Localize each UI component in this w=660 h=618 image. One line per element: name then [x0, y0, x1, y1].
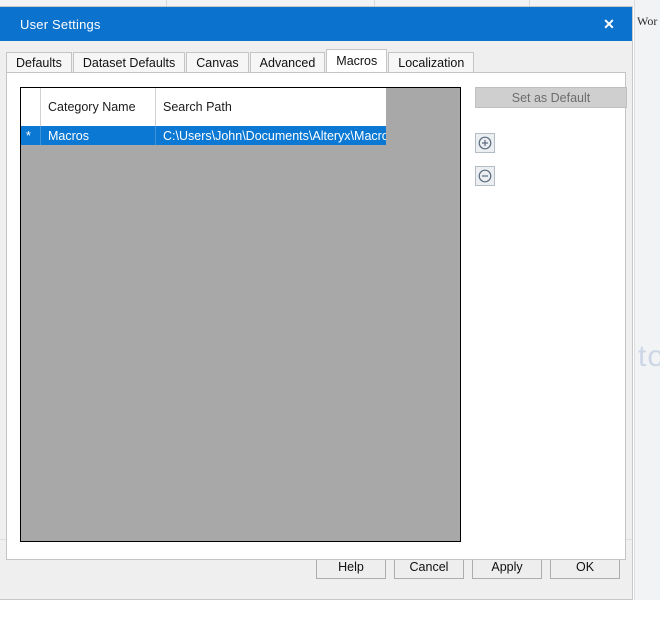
remove-icon[interactable] — [475, 166, 495, 186]
minus-circle-icon — [478, 169, 492, 183]
tab-label: Canvas — [196, 55, 239, 70]
background-fill — [634, 600, 660, 618]
tab-defaults[interactable]: Defaults — [6, 52, 72, 72]
tab-label: Dataset Defaults — [82, 55, 176, 70]
tab-label: Macros — [336, 54, 378, 68]
close-icon[interactable]: ✕ — [586, 7, 632, 41]
grid-header-category-name[interactable]: Category Name — [41, 88, 156, 126]
macro-search-paths-grid[interactable]: Category Name Search Path * Macros C:\Us… — [20, 87, 461, 542]
background-window — [634, 0, 660, 600]
grid-side-actions: Set as Default — [475, 87, 627, 186]
add-icon[interactable] — [475, 133, 495, 153]
grid-header-search-path[interactable]: Search Path — [156, 88, 386, 126]
tab-canvas[interactable]: Canvas — [186, 52, 249, 72]
dialog-title: User Settings — [20, 16, 101, 32]
user-settings-dialog: User Settings ✕ Defaults Dataset Default… — [0, 6, 633, 600]
tab-macros[interactable]: Macros — [326, 49, 388, 72]
tab-advanced[interactable]: Advanced — [249, 52, 326, 72]
screen: Wor to User Settings ✕ Defaults Dataset … — [0, 0, 660, 618]
row-category-name[interactable]: Macros — [41, 126, 156, 145]
tab-label: Localization — [398, 55, 465, 70]
tab-label: Advanced — [259, 55, 316, 70]
tab-label: Defaults — [16, 55, 62, 70]
tab-localization[interactable]: Localization — [388, 52, 475, 72]
background-window-title: Wor — [637, 14, 658, 28]
row-marker: * — [21, 126, 41, 145]
table-row[interactable]: * Macros C:\Users\John\Documents\Alteryx… — [21, 126, 386, 145]
row-search-path[interactable]: C:\Users\John\Documents\Alteryx\Macros — [156, 126, 386, 145]
macros-tab-panel: Category Name Search Path * Macros C:\Us… — [6, 72, 627, 560]
set-as-default-button[interactable]: Set as Default — [475, 87, 627, 108]
grid-header-row: Category Name Search Path — [21, 88, 386, 126]
tab-dataset-defaults[interactable]: Dataset Defaults — [72, 52, 186, 72]
plus-circle-icon — [478, 136, 492, 150]
background-watermark: to — [638, 340, 660, 373]
dialog-titlebar[interactable]: User Settings ✕ — [0, 7, 632, 41]
tab-bar: Defaults Dataset Defaults Canvas Advance… — [6, 49, 632, 72]
grid-header-marker — [21, 88, 41, 126]
